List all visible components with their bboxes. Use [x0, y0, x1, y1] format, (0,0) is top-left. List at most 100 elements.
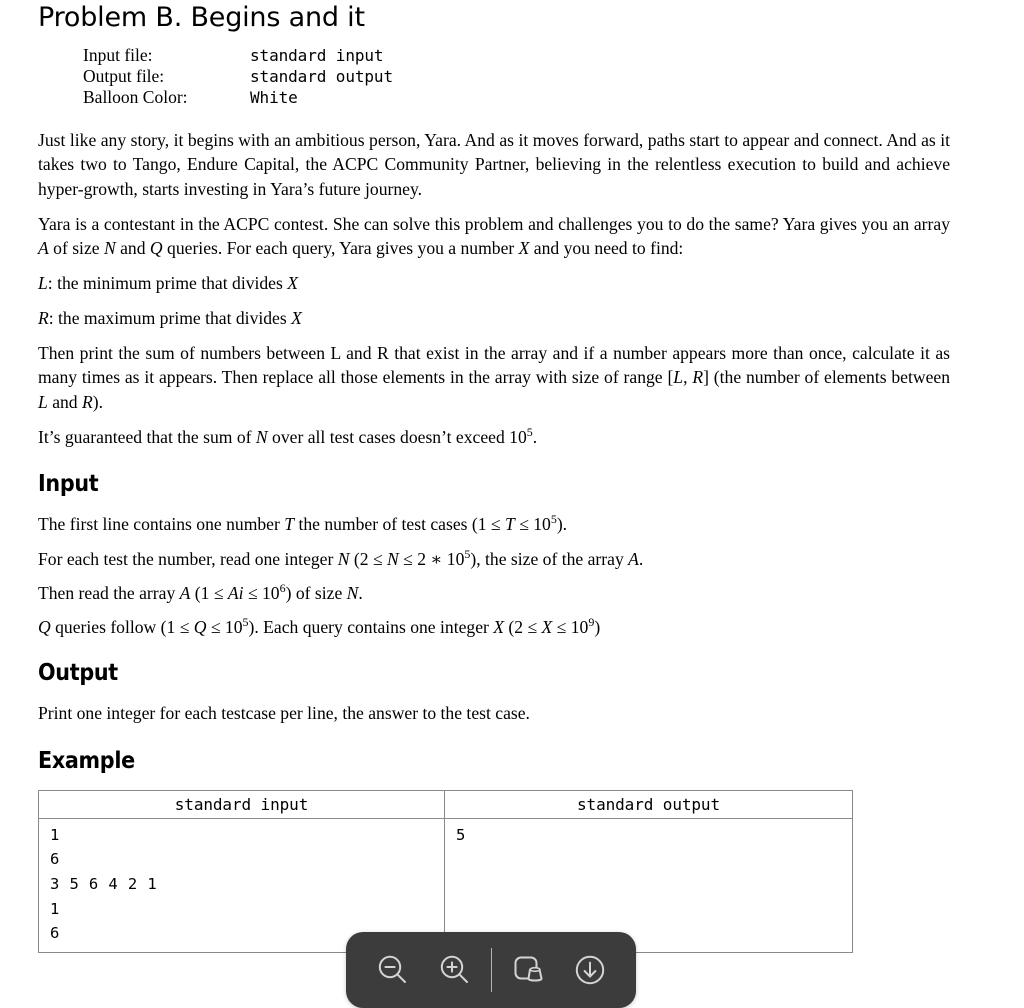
section-heading-output: Output [38, 660, 118, 687]
l3-text-b: (1 ≤ [190, 582, 228, 603]
var-R: R [38, 307, 49, 328]
definition-L-text: : the minimum prime that divides [47, 273, 288, 294]
p4-text-a: It’s guaranteed that the sum of [38, 426, 256, 447]
toolbar-divider [490, 948, 492, 992]
var-R: R [692, 367, 704, 388]
meta-label-input-file: Input file: [83, 45, 153, 65]
var-N: N [387, 548, 399, 569]
p3-comma: , [683, 367, 693, 388]
l1-text-b: the number of test cases (1 ≤ [294, 514, 505, 535]
statement-paragraph-3: Then print the sum of numbers between L … [38, 341, 950, 414]
meta-row-balloon-color: Balloon Color: White [83, 87, 1024, 108]
var-L: L [38, 273, 48, 294]
meta-value-balloon-color: White [250, 88, 298, 107]
var-T: T [284, 514, 295, 535]
download-button[interactable] [559, 939, 621, 1001]
zoom-in-button[interactable] [424, 939, 486, 1001]
var-X: X [287, 273, 298, 294]
l2-text-d: ), the size of the array [470, 548, 629, 569]
problem-meta-block: Input file: standard input Output file: … [0, 45, 1024, 108]
l4-text-f: ) [594, 617, 601, 638]
l3-text-d: ) of size [285, 582, 347, 603]
l4-text-e: ≤ 10 [552, 617, 589, 638]
meta-label-balloon-color: Balloon Color: [83, 87, 188, 107]
annotate-button[interactable] [497, 939, 559, 1001]
zoom-in-icon [435, 950, 475, 990]
statement-paragraph-2: Yara is a contestant in the ACPC contest… [38, 212, 950, 261]
input-spec-line-2: For each test the number, read one integ… [38, 547, 950, 571]
var-N: N [103, 238, 116, 259]
var-Q: Q [38, 617, 51, 638]
l2-text-b: (2 ≤ [349, 548, 388, 569]
var-Q: Q [149, 238, 163, 259]
l4-text-b: ≤ 10 [206, 617, 243, 638]
l4-text-a: queries follow (1 ≤ [50, 617, 194, 638]
p2-text-c: and [115, 238, 150, 259]
var-Ai: Ai [227, 582, 244, 603]
statement-paragraph-1: Just like any story, it begins with an a… [38, 128, 950, 201]
p4-text-c: . [532, 426, 538, 447]
meta-row-output-file: Output file: standard output [83, 66, 1024, 87]
statement-paragraph-4: It’s guaranteed that the sum of N over a… [38, 425, 950, 449]
annotate-icon [508, 950, 548, 990]
l1-text-a: The first line contains one number [38, 514, 285, 535]
l3-text-a: Then read the array [38, 582, 180, 603]
definition-L: L: the minimum prime that divides X [38, 271, 950, 295]
p3-text-c: ). [92, 391, 104, 412]
definition-R-text: : the maximum prime that divides [48, 307, 292, 328]
example-table-wrapper: standard input standard output 1 6 3 5 6… [0, 789, 1024, 953]
table-header-standard-output: standard output [444, 789, 853, 819]
var-N: N [346, 582, 359, 603]
zoom-out-icon [373, 950, 413, 990]
input-spec-line-1: The first line contains one number T the… [38, 512, 950, 536]
var-T: T [505, 514, 515, 535]
l1-text-c: ≤ 10 [514, 514, 551, 535]
var-N: N [255, 426, 268, 447]
section-heading-example: Example [38, 747, 135, 774]
output-spec-line: Print one integer for each testcase per … [38, 703, 530, 724]
var-X: X [518, 238, 530, 259]
var-R: R [82, 391, 93, 412]
p2-text-a: Yara is a contestant in the ACPC contest… [38, 213, 950, 234]
download-icon [570, 950, 610, 990]
zoom-out-button[interactable] [362, 939, 424, 1001]
var-N: N [337, 548, 350, 569]
l3-text-c: ≤ 10 [243, 582, 280, 603]
example-table: standard input standard output 1 6 3 5 6… [38, 789, 853, 953]
var-X: X [291, 307, 302, 328]
statement-paragraph-1-text: Just like any story, it begins with an a… [38, 130, 950, 199]
meta-value-input-file: standard input [250, 46, 384, 65]
l4-text-d: (2 ≤ [504, 617, 542, 638]
meta-label-output-file: Output file: [83, 66, 165, 86]
pdf-page: Problem B. Begins and it Input file: sta… [0, 0, 1024, 1008]
problem-body: Just like any story, it begins with an a… [0, 128, 1024, 774]
p2-text-d: queries. For each query, Yara gives you … [162, 238, 519, 259]
l3-text-e: . [358, 582, 363, 603]
meta-value-output-file: standard output [250, 67, 393, 86]
var-X: X [541, 617, 553, 638]
input-spec-line-3: Then read the array A (1 ≤ Ai ≤ 106) of … [38, 581, 950, 605]
input-spec-line-4: Q queries follow (1 ≤ Q ≤ 105). Each que… [38, 615, 950, 639]
p3-text-b: ] (the number of elements between [703, 367, 950, 388]
var-L: L [38, 391, 48, 412]
p3-and: and [47, 391, 82, 412]
table-header-row: standard input standard output [38, 789, 853, 819]
p2-text-b: of size [48, 238, 104, 259]
p4-text-b: over all test cases doesn’t exceed 10 [267, 426, 527, 447]
pdf-floating-toolbar[interactable] [346, 932, 636, 1008]
l1-text-d: ). [556, 514, 568, 535]
l4-text-c: ). Each query contains one integer [248, 617, 494, 638]
var-A: A [179, 582, 191, 603]
var-Q: Q [193, 617, 207, 638]
var-X: X [493, 617, 505, 638]
l2-text-e: . [638, 548, 644, 569]
p2-text-e: and you need to find: [529, 238, 684, 259]
table-header-standard-input: standard input [38, 789, 445, 819]
var-A: A [38, 238, 49, 259]
meta-row-input-file: Input file: standard input [83, 45, 1024, 66]
definition-R: R: the maximum prime that divides X [38, 306, 950, 330]
section-heading-input: Input [38, 471, 99, 498]
var-A: A [628, 548, 639, 569]
var-L: L [673, 367, 684, 388]
l2-text-c: ≤ 2 ∗ 10 [398, 548, 465, 569]
